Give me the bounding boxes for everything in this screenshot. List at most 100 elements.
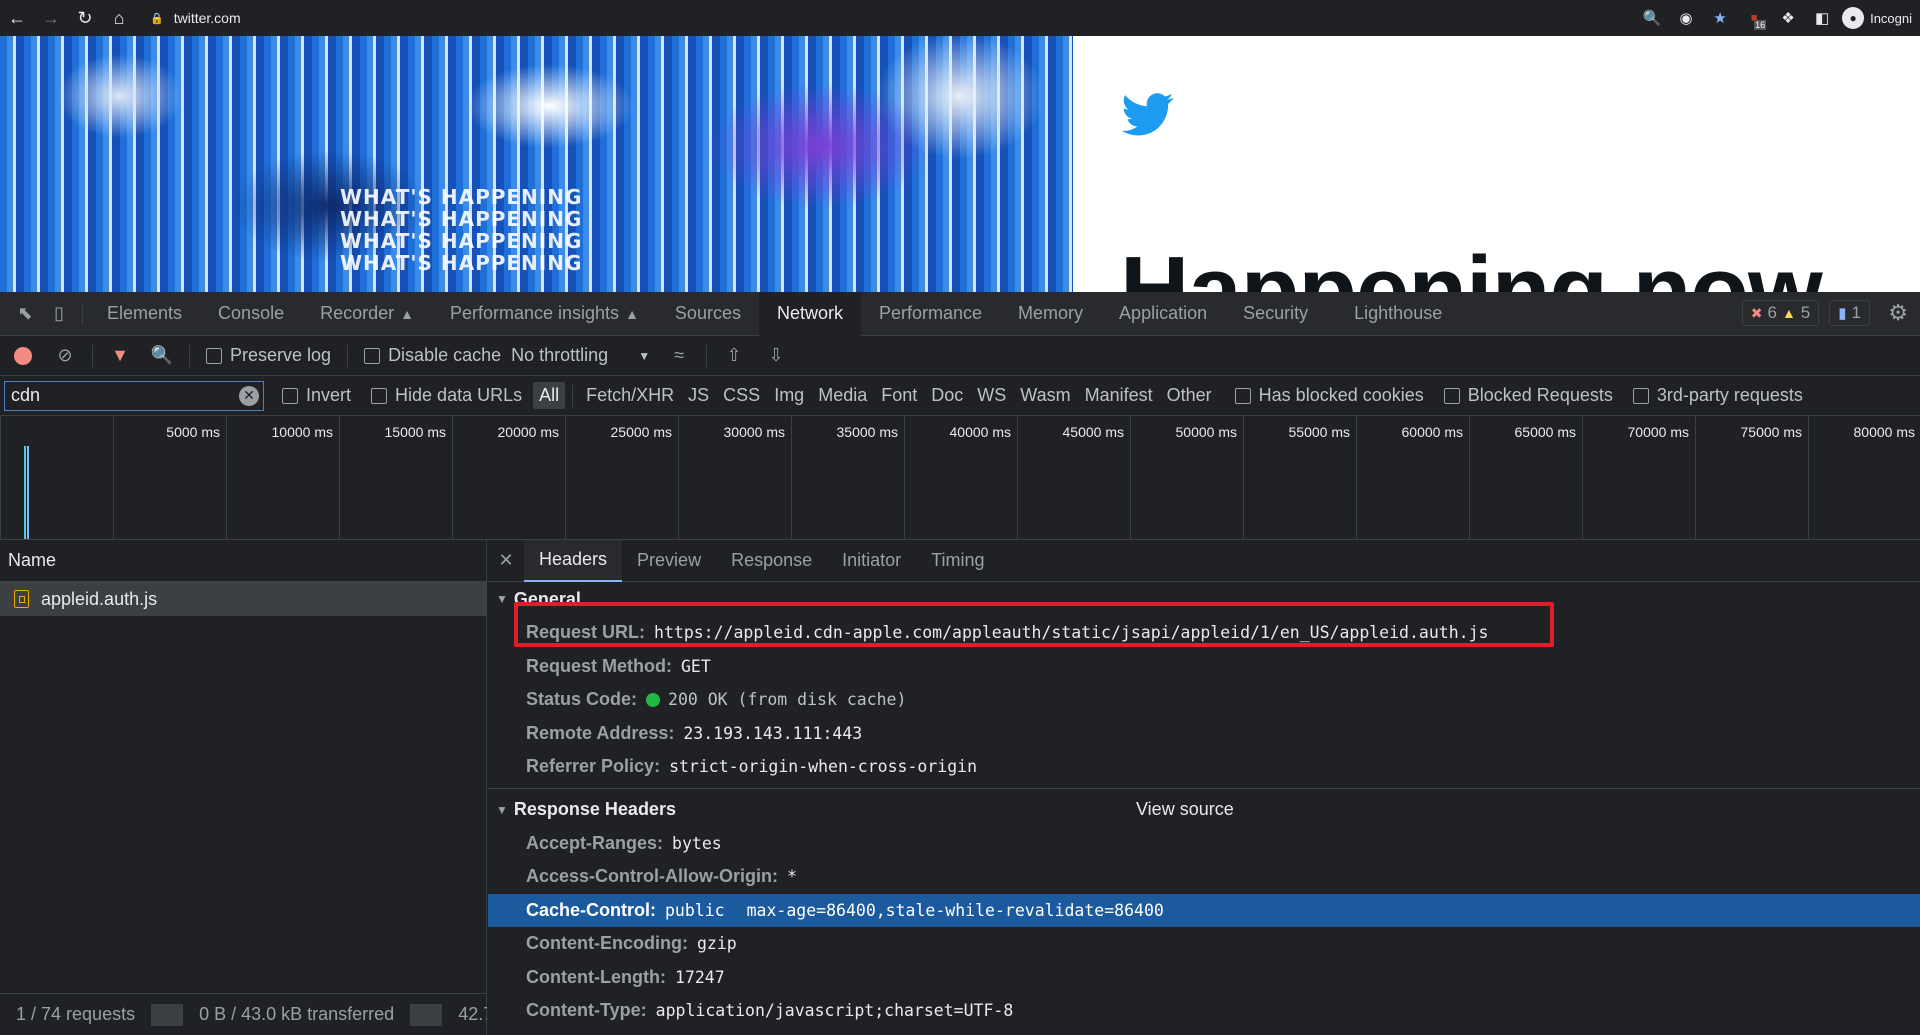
filter-bar: cdn ✕ Invert Hide data URLs All Fetch/XH… [0, 376, 1920, 416]
search-icon[interactable]: 🔍 [141, 336, 183, 376]
filter-type-media[interactable]: Media [812, 382, 873, 409]
artwork-text: WHAT'S HAPPENING WHAT'S HAPPENING WHAT'S… [340, 185, 583, 275]
tab-network[interactable]: Network [758, 291, 861, 336]
filter-icon[interactable]: ▼ [99, 336, 141, 376]
timeline-tick: 10000 ms [113, 416, 333, 539]
tab-headers[interactable]: Headers [524, 540, 623, 582]
cache-control-row[interactable]: Cache-Control: public max-age=86400,stale-… [488, 893, 1920, 927]
request-list: Name appleid.auth.js 1 / 74 requests 0 B… [0, 540, 487, 1035]
incognito-profile[interactable]: ● Incogni [1842, 7, 1912, 29]
record-icon[interactable] [2, 336, 44, 376]
header-row[interactable]: Content-Type: application/javascript;char… [488, 994, 1920, 1028]
triangle-down-icon: ▼ [496, 802, 508, 817]
clear-icon[interactable]: ⊘ [44, 336, 86, 376]
filter-type-wasm[interactable]: Wasm [1014, 382, 1076, 409]
import-har-icon[interactable]: ⇧ [713, 336, 755, 376]
bookmark-star-icon[interactable]: ★ [1706, 4, 1734, 32]
filter-type-css[interactable]: CSS [717, 382, 766, 409]
timeline-tick: 35000 ms [678, 416, 898, 539]
status-code-row[interactable]: Status Code: 200 OK (from disk cache) [488, 683, 1920, 717]
device-toolbar-icon[interactable]: ▯ [42, 292, 76, 336]
filter-type-doc[interactable]: Doc [925, 382, 969, 409]
throttling-select[interactable]: No throttling ▼ [511, 345, 650, 366]
filter-input[interactable]: cdn ✕ [4, 380, 264, 411]
tab-security[interactable]: Security [1225, 292, 1326, 336]
filter-type-img[interactable]: Img [768, 382, 810, 409]
tab-application[interactable]: Application [1101, 292, 1225, 336]
issues-counter[interactable]: ✖ 6 ▲ 5 [1741, 300, 1820, 326]
tab-response[interactable]: Response [716, 540, 827, 582]
ublock-extension-icon[interactable]: ■ 16 [1740, 4, 1768, 32]
response-headers-section-header[interactable]: ▼ Response Headers View source [488, 793, 1920, 827]
header-row[interactable]: Access-Control-Allow-Origin: * [488, 860, 1920, 894]
tab-performance[interactable]: Performance [861, 292, 1000, 336]
filter-type-manifest[interactable]: Manifest [1079, 382, 1159, 409]
timeline-tick: 40000 ms [791, 416, 1011, 539]
filter-type-fetch-xhr[interactable]: Fetch/XHR [580, 382, 680, 409]
divider [92, 344, 93, 367]
view-source-link[interactable]: View source [1136, 799, 1234, 820]
divider [151, 1003, 184, 1026]
reload-icon[interactable]: ↻ [68, 0, 102, 36]
timeline-tick: 55000 ms [1130, 416, 1350, 539]
response-headers-section: ▼ Response Headers View source Accept-Rang… [488, 793, 1920, 1028]
invert-checkbox[interactable]: Invert [282, 385, 351, 406]
address-bar[interactable]: 🔒 twitter.com [150, 5, 1740, 31]
hero-artwork: WHAT'S HAPPENING WHAT'S HAPPENING WHAT'S… [0, 36, 1073, 292]
header-row[interactable]: Accept-Ranges: bytes [488, 827, 1920, 861]
header-row[interactable]: Content-Length: 17247 [488, 961, 1920, 995]
filter-type-js[interactable]: JS [682, 382, 715, 409]
timeline-tick: 20000 ms [339, 416, 559, 539]
tracking-eye-off-icon[interactable]: ◉ [1672, 4, 1700, 32]
blocked-requests-checkbox[interactable]: Blocked Requests [1443, 385, 1613, 406]
network-overview-timeline[interactable]: 5000 ms 10000 ms 15000 ms 20000 ms 25000 ms 3… [0, 416, 1920, 540]
header-row[interactable]: Content-Encoding: gzip [488, 927, 1920, 961]
request-method-row[interactable]: Request Method: GET [488, 650, 1920, 684]
forward-icon[interactable]: → [34, 0, 68, 36]
filter-type-all[interactable]: All [533, 382, 566, 409]
filter-type-other[interactable]: Other [1161, 382, 1218, 409]
third-party-requests-checkbox[interactable]: 3rd-party requests [1632, 385, 1803, 406]
side-panel-icon[interactable]: ◧ [1808, 4, 1836, 32]
zoom-icon[interactable]: 🔍 [1638, 4, 1666, 32]
request-url-highlight-box [514, 602, 1554, 647]
filter-type-ws[interactable]: WS [971, 382, 1012, 409]
close-details-icon[interactable]: ✕ [488, 550, 524, 571]
hide-data-urls-checkbox[interactable]: Hide data URLs [371, 385, 522, 406]
request-row[interactable]: appleid.auth.js [0, 582, 486, 616]
tab-sources[interactable]: Sources [657, 292, 759, 336]
timeline-tick: 75000 ms [1582, 416, 1802, 539]
tab-lighthouse[interactable]: Lighthouse [1336, 292, 1460, 336]
status-ok-icon [646, 692, 661, 707]
export-har-icon[interactable]: ⇩ [755, 336, 797, 376]
tab-elements[interactable]: Elements [89, 292, 200, 336]
settings-gear-icon[interactable]: ⚙ [1888, 300, 1908, 326]
tab-performance-insights[interactable]: Performance insights ▲ [432, 292, 657, 336]
name-column-header[interactable]: Name [0, 540, 486, 582]
experimental-flask-icon: ▲ [625, 305, 639, 322]
network-conditions-icon[interactable]: ≈ [658, 336, 700, 376]
extensions-puzzle-icon[interactable]: ❖ [1774, 4, 1802, 32]
filter-type-font[interactable]: Font [875, 382, 923, 409]
remote-address-row[interactable]: Remote Address: 23.193.143.111:443 [488, 717, 1920, 751]
disable-cache-checkbox[interactable]: Disable cache [364, 345, 501, 366]
tab-console[interactable]: Console [200, 292, 302, 336]
warning-count: 5 [1800, 303, 1811, 322]
tab-initiator[interactable]: Initiator [827, 540, 916, 582]
tab-timing[interactable]: Timing [916, 540, 999, 582]
clear-filter-icon[interactable]: ✕ [239, 385, 259, 406]
js-file-icon [14, 590, 29, 608]
transferred-size: 0 B / 43.0 kB transferred [199, 1004, 395, 1024]
preserve-log-checkbox[interactable]: Preserve log [206, 345, 331, 366]
inspect-element-icon[interactable]: ⬉ [8, 292, 42, 336]
tab-recorder[interactable]: Recorder ▲ [302, 292, 432, 336]
home-icon[interactable]: ⌂ [102, 0, 136, 36]
tab-preview[interactable]: Preview [622, 540, 716, 582]
messages-counter[interactable]: ▮ 1 [1829, 300, 1870, 326]
has-blocked-cookies-checkbox[interactable]: Has blocked cookies [1234, 385, 1424, 406]
timeline-tick: 70000 ms [1469, 416, 1689, 539]
timeline-tick: 50000 ms [1017, 416, 1237, 539]
referrer-policy-row[interactable]: Referrer Policy: strict-origin-when-cross… [488, 750, 1920, 784]
tab-memory[interactable]: Memory [1000, 292, 1101, 336]
back-icon[interactable]: ← [0, 0, 34, 36]
